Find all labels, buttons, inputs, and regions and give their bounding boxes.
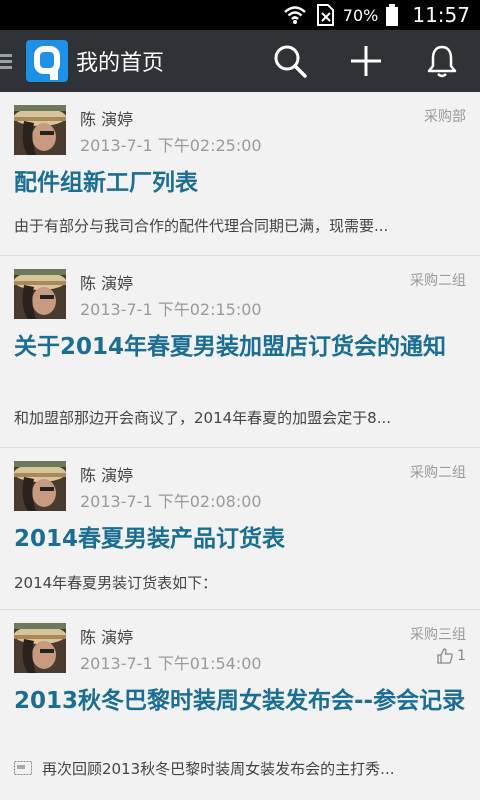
post-time: 2013-7-1 下午01:54:00 (80, 654, 262, 673)
author-name: 陈 演婷 (80, 110, 134, 129)
department-label: 采购二组 (410, 273, 466, 289)
post-title[interactable]: 关于2014年春夏男装加盟店订货会的通知 (14, 332, 466, 363)
thumbs-up-icon (437, 648, 453, 664)
department-label: 采购三组 (410, 627, 466, 643)
post-item[interactable]: 陈 演婷 2013-7-1 下午02:08:00 采购二组 2014春夏男装产品… (0, 448, 480, 610)
post-item[interactable]: 陈 演婷 2013-7-1 下午02:25:00 采购部 配件组新工厂列表 由于… (0, 92, 480, 256)
post-item[interactable]: 陈 演婷 2013-7-1 下午02:15:00 采购二组 关于2014年春夏男… (0, 256, 480, 448)
department-label: 采购部 (424, 109, 466, 125)
bell-icon (427, 45, 457, 78)
post-title[interactable]: 2014春夏男装产品订货表 (14, 524, 466, 555)
status-bar: 70% 11:57 (0, 0, 480, 30)
post-title[interactable]: 2013秋冬巴黎时装周女装发布会--参会记录 (14, 686, 466, 717)
avatar[interactable] (14, 269, 66, 319)
drawer-menu-icon[interactable] (0, 51, 12, 72)
avatar[interactable] (14, 623, 66, 673)
department-label: 采购二组 (410, 465, 466, 481)
page-title: 我的首页 (76, 51, 165, 76)
post-time: 2013-7-1 下午02:08:00 (80, 492, 262, 511)
no-sim-icon (315, 4, 335, 26)
wifi-icon (283, 5, 307, 25)
attachment-icon (14, 760, 32, 779)
author-name: 陈 演婷 (80, 274, 134, 293)
author-name: 陈 演婷 (80, 628, 134, 647)
post-item[interactable]: 陈 演婷 2013-7-1 下午01:54:00 采购三组 1 2013秋冬巴黎… (0, 610, 480, 800)
post-title[interactable]: 配件组新工厂列表 (14, 168, 466, 199)
plus-icon (351, 46, 381, 76)
post-summary: 由于有部分与我司合作的配件代理合同期已满，现需要... (14, 217, 389, 235)
battery-percent: 70% (342, 5, 379, 25)
post-summary: 2014年春夏男装订货表如下： (14, 574, 218, 592)
post-summary: 和加盟部那边开会商议了，2014年春夏的加盟会定于8... (14, 409, 392, 427)
add-button[interactable] (328, 30, 404, 92)
search-icon (274, 45, 307, 78)
clock: 11:57 (412, 3, 470, 27)
post-summary-row: 再次回顾2013秋冬巴黎时装周女装发布会的主打秀... (14, 758, 466, 779)
avatar[interactable] (14, 461, 66, 511)
like-button[interactable]: 1 (437, 648, 466, 664)
post-time: 2013-7-1 下午02:15:00 (80, 300, 262, 319)
search-button[interactable] (252, 30, 328, 92)
author-name: 陈 演婷 (80, 466, 134, 485)
app-logo[interactable] (26, 40, 68, 82)
avatar[interactable] (14, 105, 66, 155)
battery-icon (386, 4, 399, 26)
post-summary: 再次回顾2013秋冬巴黎时装周女装发布会的主打秀... (42, 760, 395, 778)
post-time: 2013-7-1 下午02:25:00 (80, 136, 262, 155)
like-count: 1 (457, 648, 466, 664)
action-bar: 我的首页 (0, 30, 480, 92)
notifications-button[interactable] (404, 30, 480, 92)
